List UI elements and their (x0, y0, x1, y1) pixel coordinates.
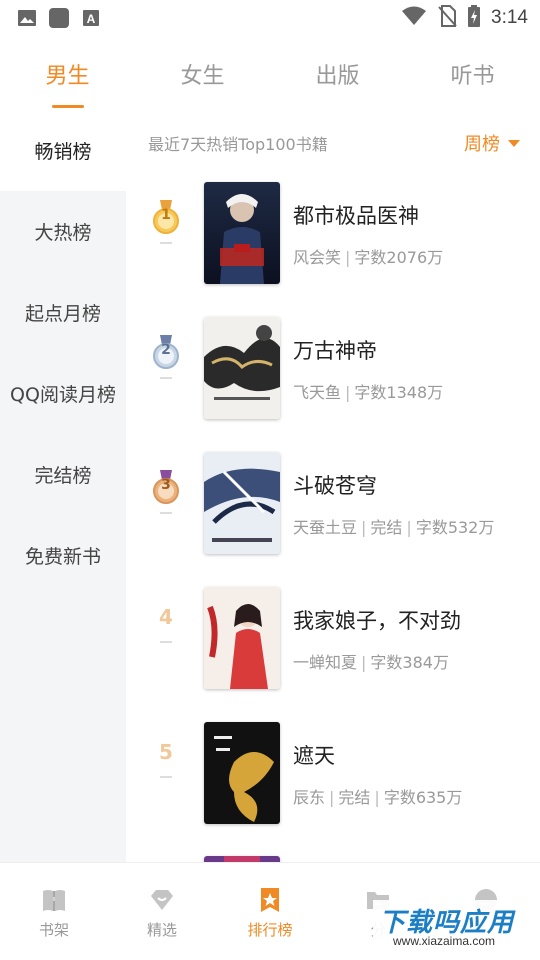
book-cover (204, 722, 280, 824)
book-info: 我家娘子，不对劲 一蝉知夏 | 字数384万 (293, 605, 461, 673)
book-meta: 一蝉知夏 | 字数384万 (293, 649, 461, 673)
status-right-icons: 3:14 (401, 5, 528, 31)
book-word-count: 字数532万 (415, 518, 495, 537)
wifi-icon (401, 6, 427, 30)
image-icon (16, 7, 38, 29)
book-cover (204, 182, 280, 284)
book-author: 飞天鱼 (293, 383, 342, 402)
book-info: 都市极品医神 风会笑 | 字数2076万 (293, 200, 443, 268)
ranking-star-icon (261, 888, 279, 912)
nav-item-free-new[interactable]: 免费新书 (0, 515, 126, 596)
rank-indicator: 2 (148, 335, 184, 379)
app-icon (48, 7, 70, 29)
period-selector[interactable]: 周榜 (464, 130, 520, 156)
tab-publish[interactable]: 出版 (270, 44, 405, 110)
book-title: 我家娘子，不对劲 (293, 609, 461, 633)
status-bar: A 3:14 (0, 0, 540, 36)
book-item[interactable]: 4 我家娘子，不对劲 一蝉知夏 | 字数384万 (126, 587, 540, 691)
filter-description: 最近7天热销Top100书籍 (148, 135, 328, 154)
nav-item-hot[interactable]: 大热榜 (0, 191, 126, 272)
rank-dash (160, 377, 172, 379)
gem-icon (151, 890, 173, 910)
meta-separator: | (329, 788, 335, 807)
nav-item-bestseller[interactable]: 畅销榜 (0, 110, 126, 191)
no-sim-icon (437, 5, 457, 31)
svg-text:A: A (87, 12, 96, 26)
tab-female[interactable]: 女生 (135, 44, 270, 110)
caret-down-icon (508, 139, 520, 147)
book-status: 完结 (370, 518, 403, 537)
book-info: 万古神帝 飞天鱼 | 字数1348万 (293, 335, 443, 403)
book-word-count: 字数2076万 (354, 248, 444, 267)
book-word-count: 字数635万 (383, 788, 463, 807)
tab-featured[interactable]: 精选 (108, 863, 216, 960)
tab-ranking[interactable]: 排行榜 (216, 863, 324, 960)
book-item[interactable]: 3 斗破苍穹 天蚕土豆 | 完结 | 字数532万 (126, 452, 540, 556)
book-title: 斗破苍穹 (293, 474, 377, 498)
book-info: 遮天 辰东 | 完结 | 字数635万 (293, 740, 462, 808)
meta-separator: | (361, 653, 367, 672)
battery-charging-icon (467, 5, 481, 31)
book-meta: 辰东 | 完结 | 字数635万 (293, 784, 462, 808)
rank-indicator: 3 (148, 470, 184, 514)
book-cover (204, 452, 280, 554)
rank-dash (160, 776, 172, 778)
book-icon (43, 890, 65, 911)
filter-row: 最近7天热销Top100书籍 周榜 (126, 110, 540, 176)
rank-dash (160, 641, 172, 643)
book-title: 遮天 (293, 744, 335, 768)
book-item[interactable]: 1 都市极品医神 风会笑 | 字数2076万 (126, 182, 540, 286)
book-author: 天蚕土豆 (293, 518, 358, 537)
book-author: 一蝉知夏 (293, 653, 358, 672)
ranking-list: 最近7天热销Top100书籍 周榜 1 都市极品医神 风会笑 | 字数2076万… (126, 110, 540, 862)
rank-indicator: 1 (148, 200, 184, 244)
book-title: 万古神帝 (293, 339, 377, 363)
book-item[interactable]: 5 遮天 辰东 | 完结 | 字数635万 (126, 722, 540, 826)
meta-separator: | (406, 518, 412, 537)
book-author: 风会笑 (293, 248, 342, 267)
tab-label: 排行榜 (247, 921, 293, 939)
tab-bookshelf[interactable]: 书架 (0, 863, 108, 960)
book-author: 辰东 (293, 788, 326, 807)
rank-indicator: 5 (148, 740, 184, 778)
rank-indicator: 4 (148, 605, 184, 643)
meta-separator: | (345, 383, 351, 402)
rank-dash (160, 242, 172, 244)
rank-number: 5 (159, 740, 173, 764)
rank-dash (160, 512, 172, 514)
status-left-icons: A (16, 7, 102, 29)
status-time: 3:14 (491, 7, 528, 28)
tab-label: 精选 (146, 921, 177, 939)
watermark: 下载吗应用 www.xiazaima.com (373, 900, 535, 956)
tab-audiobook[interactable]: 听书 (405, 44, 540, 110)
tab-male[interactable]: 男生 (0, 44, 135, 110)
period-label: 周榜 (464, 134, 500, 155)
book-word-count: 字数1348万 (354, 383, 444, 402)
meta-separator: | (345, 248, 351, 267)
nav-item-completed[interactable]: 完结榜 (0, 434, 126, 515)
top-tabs: 男生 女生 出版 听书 (0, 44, 540, 110)
book-cover (204, 317, 280, 419)
meta-separator: | (361, 518, 367, 537)
book-cover (204, 587, 280, 689)
book-status: 完结 (338, 788, 371, 807)
nav-item-qq-monthly[interactable]: QQ阅读月榜 (0, 353, 126, 434)
watermark-url: www.xiazaima.com (393, 934, 496, 948)
rank-number: 4 (159, 605, 173, 629)
ranking-category-nav: 畅销榜 大热榜 起点月榜 QQ阅读月榜 完结榜 免费新书 (0, 110, 126, 862)
book-title: 都市极品医神 (293, 204, 419, 228)
font-icon: A (80, 7, 102, 29)
meta-separator: | (374, 788, 380, 807)
book-meta: 风会笑 | 字数2076万 (293, 244, 443, 268)
nav-item-qidian-monthly[interactable]: 起点月榜 (0, 272, 126, 353)
book-item[interactable]: 2 万古神帝 飞天鱼 | 字数1348万 (126, 317, 540, 421)
book-meta: 飞天鱼 | 字数1348万 (293, 379, 443, 403)
book-word-count: 字数384万 (370, 653, 449, 672)
book-info: 斗破苍穹 天蚕土豆 | 完结 | 字数532万 (293, 470, 494, 538)
book-meta: 天蚕土豆 | 完结 | 字数532万 (293, 514, 494, 538)
tab-label: 书架 (38, 921, 69, 939)
